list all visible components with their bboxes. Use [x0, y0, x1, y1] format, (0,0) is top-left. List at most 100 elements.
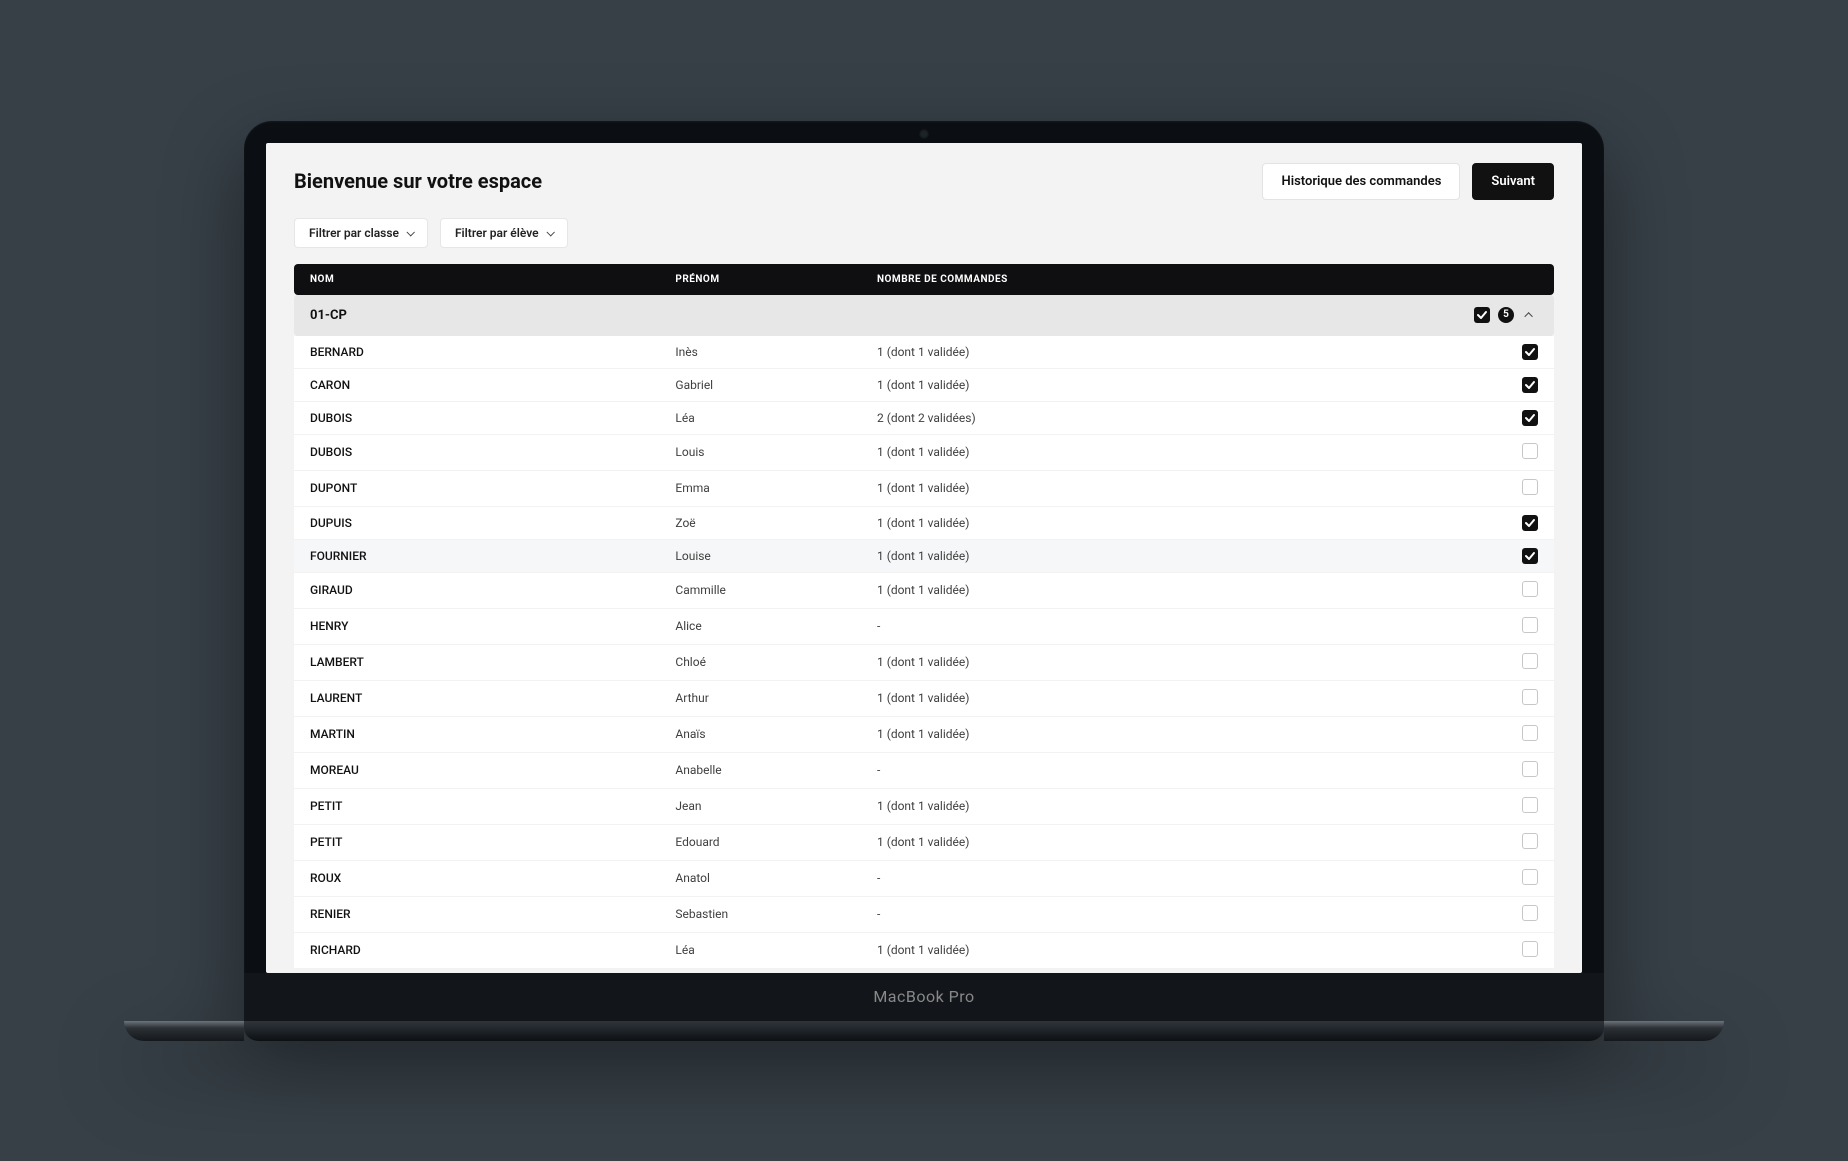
row-checkbox[interactable]: [1522, 941, 1538, 957]
table-header: NOM PRÉNOM NOMBRE DE COMMANDES: [294, 264, 1554, 295]
student-row[interactable]: RENIER Sebastien -: [294, 897, 1554, 933]
row-checkbox[interactable]: [1522, 515, 1538, 531]
filter-student-label: Filtrer par élève: [455, 226, 539, 240]
group-checkbox[interactable]: [1474, 307, 1490, 323]
cell-prenom: Léa: [659, 402, 861, 435]
row-checkbox[interactable]: [1522, 833, 1538, 849]
cell-nom: BERNARD: [294, 336, 659, 369]
cell-nom: DUPUIS: [294, 507, 659, 540]
row-checkbox[interactable]: [1522, 377, 1538, 393]
row-checkbox[interactable]: [1522, 581, 1538, 597]
cell-prenom: Louise: [659, 540, 861, 573]
group-name: 01-CP: [294, 295, 1428, 336]
next-button[interactable]: Suivant: [1472, 163, 1554, 200]
row-checkbox[interactable]: [1522, 905, 1538, 921]
cell-prenom: Emma: [659, 471, 861, 507]
student-row[interactable]: MOREAU Anabelle -: [294, 753, 1554, 789]
collapse-button[interactable]: [1522, 307, 1538, 323]
device-label: MacBook Pro: [873, 987, 974, 1006]
cell-nom: ROUX: [294, 861, 659, 897]
cell-commandes: -: [861, 897, 1428, 933]
cell-nom: PETIT: [294, 825, 659, 861]
cell-nom: MARTIN: [294, 717, 659, 753]
filter-class-dropdown[interactable]: Filtrer par classe: [294, 218, 428, 248]
laptop-hinge: MacBook Pro: [244, 973, 1604, 1021]
row-checkbox[interactable]: [1522, 344, 1538, 360]
student-row[interactable]: BERNARD Inès 1 (dont 1 validée): [294, 336, 1554, 369]
student-row[interactable]: DUPONT Emma 1 (dont 1 validée): [294, 471, 1554, 507]
row-checkbox[interactable]: [1522, 653, 1538, 669]
students-table: NOM PRÉNOM NOMBRE DE COMMANDES 01-CP 5 B…: [294, 264, 1554, 969]
cell-nom: GIRAUD: [294, 573, 659, 609]
cell-prenom: Jean: [659, 789, 861, 825]
app: Bienvenue sur votre espace Historique de…: [266, 143, 1582, 973]
cell-commandes: 1 (dont 1 validée): [861, 789, 1428, 825]
chevron-down-icon: [406, 228, 414, 236]
row-checkbox[interactable]: [1522, 725, 1538, 741]
student-row[interactable]: DUBOIS Louis 1 (dont 1 validée): [294, 435, 1554, 471]
cell-commandes: 1 (dont 1 validée): [861, 435, 1428, 471]
cell-prenom: Arthur: [659, 681, 861, 717]
cell-commandes: 1 (dont 1 validée): [861, 336, 1428, 369]
row-checkbox[interactable]: [1522, 479, 1538, 495]
cell-prenom: Sebastien: [659, 897, 861, 933]
cell-prenom: Chloé: [659, 645, 861, 681]
student-row[interactable]: GIRAUD Cammille 1 (dont 1 validée): [294, 573, 1554, 609]
cell-prenom: Zoë: [659, 507, 861, 540]
student-row[interactable]: MARTIN Anaïs 1 (dont 1 validée): [294, 717, 1554, 753]
student-row[interactable]: RICHARD Léa 1 (dont 1 validée): [294, 933, 1554, 969]
cell-commandes: -: [861, 861, 1428, 897]
chevron-up-icon: [1524, 312, 1532, 320]
row-checkbox[interactable]: [1522, 689, 1538, 705]
cell-prenom: Edouard: [659, 825, 861, 861]
row-checkbox[interactable]: [1522, 443, 1538, 459]
row-checkbox[interactable]: [1522, 410, 1538, 426]
cell-commandes: 1 (dont 1 validée): [861, 471, 1428, 507]
row-checkbox[interactable]: [1522, 869, 1538, 885]
group-row[interactable]: 01-CP 5: [294, 295, 1554, 336]
student-row[interactable]: PETIT Edouard 1 (dont 1 validée): [294, 825, 1554, 861]
header-actions: Historique des commandes Suivant: [1262, 163, 1554, 200]
group-count-badge: 5: [1498, 307, 1514, 323]
student-row[interactable]: ROUX Anatol -: [294, 861, 1554, 897]
cell-nom: RENIER: [294, 897, 659, 933]
student-row[interactable]: DUPUIS Zoë 1 (dont 1 validée): [294, 507, 1554, 540]
cell-nom: FOURNIER: [294, 540, 659, 573]
history-button[interactable]: Historique des commandes: [1262, 163, 1460, 200]
col-commandes: NOMBRE DE COMMANDES: [861, 264, 1428, 295]
row-checkbox[interactable]: [1522, 761, 1538, 777]
cell-commandes: 2 (dont 2 validées): [861, 402, 1428, 435]
student-row[interactable]: PETIT Jean 1 (dont 1 validée): [294, 789, 1554, 825]
student-row[interactable]: CARON Gabriel 1 (dont 1 validée): [294, 369, 1554, 402]
cell-nom: DUBOIS: [294, 435, 659, 471]
cell-nom: DUBOIS: [294, 402, 659, 435]
filter-class-label: Filtrer par classe: [309, 226, 399, 240]
cell-commandes: 1 (dont 1 validée): [861, 717, 1428, 753]
col-prenom: PRÉNOM: [659, 264, 861, 295]
filter-student-dropdown[interactable]: Filtrer par élève: [440, 218, 568, 248]
student-row[interactable]: FOURNIER Louise 1 (dont 1 validée): [294, 540, 1554, 573]
camera-dot: [919, 129, 929, 139]
cell-commandes: -: [861, 609, 1428, 645]
cell-prenom: Anabelle: [659, 753, 861, 789]
student-row[interactable]: LAMBERT Chloé 1 (dont 1 validée): [294, 645, 1554, 681]
cell-nom: PETIT: [294, 789, 659, 825]
cell-commandes: 1 (dont 1 validée): [861, 933, 1428, 969]
cell-nom: LAMBERT: [294, 645, 659, 681]
cell-nom: DUPONT: [294, 471, 659, 507]
page-title: Bienvenue sur votre espace: [294, 169, 542, 193]
cell-commandes: 1 (dont 1 validée): [861, 825, 1428, 861]
student-row[interactable]: LAURENT Arthur 1 (dont 1 validée): [294, 681, 1554, 717]
row-checkbox[interactable]: [1522, 548, 1538, 564]
row-checkbox[interactable]: [1522, 797, 1538, 813]
student-row[interactable]: HENRY Alice -: [294, 609, 1554, 645]
cell-prenom: Anatol: [659, 861, 861, 897]
cell-prenom: Gabriel: [659, 369, 861, 402]
cell-commandes: 1 (dont 1 validée): [861, 681, 1428, 717]
cell-prenom: Léa: [659, 933, 861, 969]
student-row[interactable]: DUBOIS Léa 2 (dont 2 validées): [294, 402, 1554, 435]
cell-commandes: -: [861, 753, 1428, 789]
col-nom: NOM: [294, 264, 659, 295]
row-checkbox[interactable]: [1522, 617, 1538, 633]
cell-nom: CARON: [294, 369, 659, 402]
